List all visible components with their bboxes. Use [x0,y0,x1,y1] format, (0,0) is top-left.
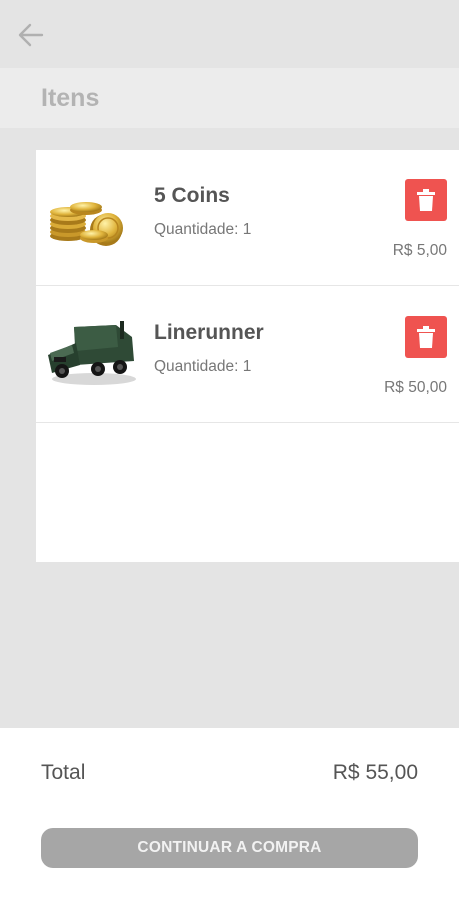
section-title: Itens [41,84,100,112]
arrow-left-icon [18,23,44,47]
delete-item-button[interactable] [405,179,447,221]
item-name: Linerunner [154,321,264,344]
total-label: Total [41,761,86,784]
trash-icon [417,326,435,348]
checkout-footer: Total R$ 55,00 CONTINUAR A COMPRA [0,728,459,900]
section-header: Itens [0,68,459,128]
item-price: R$ 5,00 [392,242,447,259]
gold-coins-image [50,202,123,246]
delete-item-button[interactable] [405,316,447,358]
item-name: 5 Coins [154,184,230,207]
item-price: R$ 50,00 [384,379,447,396]
trash-icon [417,189,435,211]
item-quantity: Quantidade: 1 [154,221,252,238]
green-truck-image [48,321,136,385]
item-quantity: Quantidade: 1 [154,358,252,375]
total-value: R$ 55,00 [332,761,418,784]
cart-item: Linerunner Quantidade: 1 R$ 50,00 [36,287,459,423]
cart-list: 5 Coins Quantidade: 1 R$ 5,00 Linerunner… [36,150,459,562]
cart-item: 5 Coins Quantidade: 1 R$ 5,00 [36,150,459,286]
back-button[interactable] [10,14,52,56]
continue-purchase-button[interactable]: CONTINUAR A COMPRA [41,828,418,868]
app-bar [0,0,459,68]
